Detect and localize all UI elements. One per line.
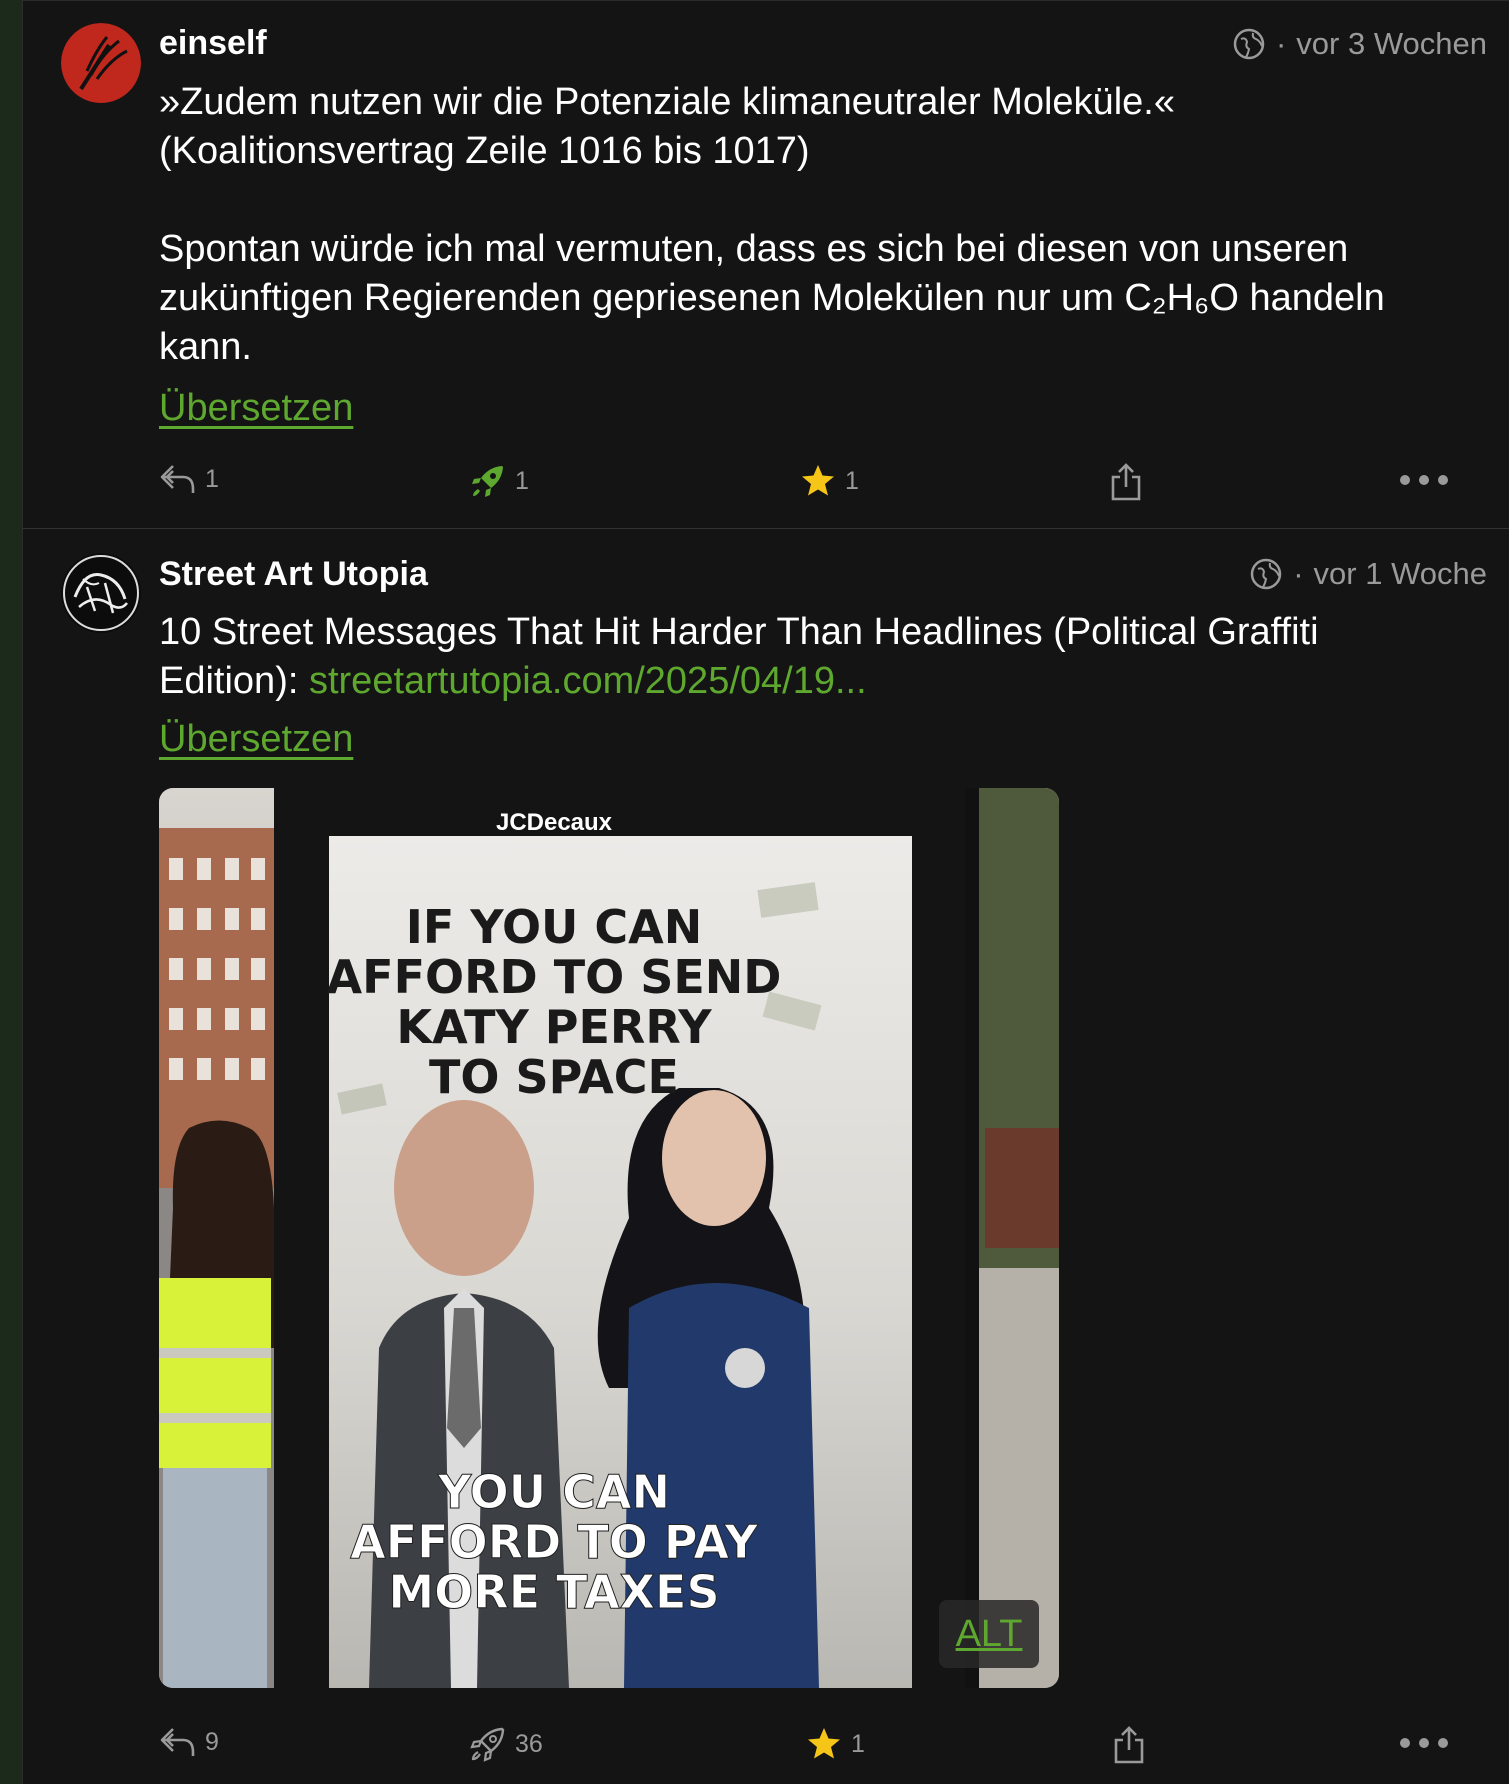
alt-badge[interactable]: ALT bbox=[939, 1600, 1039, 1668]
post-einself[interactable]: einself · vor 3 Wochen »Zudem nutzen wir… bbox=[22, 0, 1509, 529]
post-meta: · vor 3 Wochen bbox=[1232, 26, 1487, 62]
post-paragraph: »Zudem nutzen wir die Potenziale klimane… bbox=[159, 81, 1175, 172]
meta-separator: · bbox=[1293, 556, 1304, 591]
sidebar-edge bbox=[0, 0, 23, 1784]
avatar-image bbox=[61, 553, 141, 633]
post-time[interactable]: vor 3 Wochen bbox=[1296, 26, 1487, 62]
more-icon bbox=[1400, 475, 1448, 485]
post-paragraph: Spontan würde ich mal vermuten, dass es … bbox=[159, 228, 1385, 368]
boost-count: 1 bbox=[515, 466, 529, 495]
poster-tagline-line: YOU CAN bbox=[437, 1465, 670, 1519]
share-button[interactable] bbox=[1112, 1725, 1146, 1765]
author-name[interactable]: einself bbox=[159, 24, 267, 63]
post-actions: 9 36 1 bbox=[159, 1725, 1469, 1775]
reply-icon bbox=[160, 1728, 195, 1756]
reply-icon bbox=[160, 465, 195, 493]
author-name[interactable]: Street Art Utopia bbox=[159, 555, 428, 594]
share-icon bbox=[1114, 1726, 1144, 1764]
avatar-image bbox=[61, 23, 141, 103]
boost-button[interactable]: 1 bbox=[469, 462, 529, 500]
reply-button[interactable]: 1 bbox=[159, 462, 219, 496]
poster-brand: JCDecaux bbox=[496, 809, 613, 836]
poster-headline-line: KATY PERRY bbox=[396, 1000, 712, 1054]
share-button[interactable] bbox=[1109, 462, 1143, 502]
avatar[interactable] bbox=[61, 23, 141, 103]
post-image[interactable]: JCDecaux IF YOU CAN AFFORD TO SEND KATY … bbox=[159, 788, 1059, 1688]
post-link[interactable]: streetartutopia.com/2025/04/19... bbox=[309, 660, 867, 702]
reply-button[interactable]: 9 bbox=[159, 1725, 219, 1759]
star-icon bbox=[808, 1728, 840, 1759]
star-icon bbox=[802, 465, 834, 496]
post-street-art-utopia[interactable]: Street Art Utopia · vor 1 Woche 10 Stree… bbox=[22, 529, 1509, 1784]
post-content: »Zudem nutzen wir die Potenziale klimane… bbox=[159, 78, 1449, 372]
translate-link[interactable]: Übersetzen bbox=[159, 387, 353, 430]
translate-link[interactable]: Übersetzen bbox=[159, 718, 353, 761]
globe-icon bbox=[1233, 28, 1265, 60]
boost-button[interactable]: 36 bbox=[469, 1725, 543, 1763]
favourite-count: 1 bbox=[851, 1729, 865, 1758]
favourite-button[interactable]: 1 bbox=[799, 462, 859, 500]
boost-count: 36 bbox=[515, 1729, 543, 1758]
more-icon bbox=[1400, 1738, 1448, 1748]
poster-headline-line: AFFORD TO SEND bbox=[327, 950, 782, 1004]
favourite-button[interactable]: 1 bbox=[805, 1725, 865, 1763]
more-button[interactable] bbox=[1399, 474, 1449, 486]
post-time[interactable]: vor 1 Woche bbox=[1314, 556, 1487, 592]
poster-tagline-line: AFFORD TO PAY bbox=[350, 1515, 758, 1569]
bus-stop-poster-photo: JCDecaux IF YOU CAN AFFORD TO SEND KATY … bbox=[159, 788, 1059, 1688]
globe-icon bbox=[1250, 558, 1282, 590]
poster-headline-line: IF YOU CAN bbox=[406, 900, 703, 954]
reply-count: 1 bbox=[205, 464, 219, 493]
boost-icon bbox=[470, 1727, 505, 1762]
reply-count: 9 bbox=[205, 1727, 219, 1756]
boost-icon bbox=[472, 466, 503, 497]
favourite-count: 1 bbox=[845, 466, 859, 495]
post-actions: 1 1 1 bbox=[159, 462, 1469, 512]
more-button[interactable] bbox=[1399, 1737, 1449, 1749]
share-icon bbox=[1111, 463, 1141, 501]
post-meta: · vor 1 Woche bbox=[1249, 556, 1487, 592]
poster-headline-line: TO SPACE bbox=[429, 1050, 679, 1104]
poster-tagline-line: MORE TAXES bbox=[388, 1565, 719, 1619]
post-content: 10 Street Messages That Hit Harder Than … bbox=[159, 608, 1449, 706]
avatar[interactable] bbox=[61, 553, 141, 633]
meta-separator: · bbox=[1275, 26, 1287, 61]
